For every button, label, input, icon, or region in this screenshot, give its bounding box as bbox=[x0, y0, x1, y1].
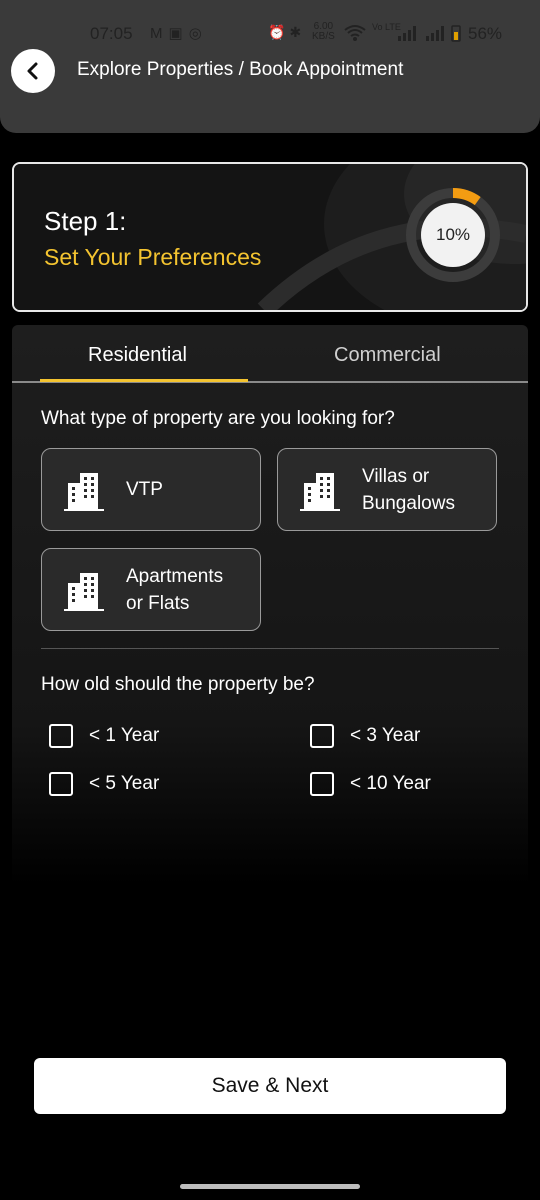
section-divider bbox=[41, 648, 499, 649]
bluetooth-icon: ✱ bbox=[289, 24, 306, 40]
age-option-5-year[interactable]: < 5 Year bbox=[49, 772, 159, 796]
building-icon bbox=[300, 473, 340, 511]
signal-icon bbox=[398, 24, 462, 47]
building-icon bbox=[64, 473, 104, 511]
checkbox-label: < 3 Year bbox=[350, 725, 421, 746]
network-speed: 6.00 KB/S bbox=[312, 22, 335, 42]
alarm-icon: ⏰ bbox=[268, 24, 290, 40]
page-title: Explore Properties / Book Appointment bbox=[77, 59, 404, 80]
age-option-1-year[interactable]: < 1 Year bbox=[49, 724, 159, 748]
volte-label: Vo LTE bbox=[372, 22, 401, 32]
label-line-1: Apartments bbox=[126, 566, 224, 587]
checkbox[interactable] bbox=[49, 772, 73, 796]
progress-percent: 10% bbox=[435, 225, 471, 244]
checkbox-label: < 10 Year bbox=[350, 773, 431, 794]
property-type-vtp[interactable]: VTP bbox=[41, 448, 261, 531]
wifi-icon bbox=[344, 24, 366, 47]
building-icon bbox=[64, 573, 104, 611]
checkbox-label: < 5 Year bbox=[89, 773, 160, 794]
tab-commercial[interactable]: Commercial bbox=[334, 344, 441, 367]
home-indicator[interactable] bbox=[180, 1184, 360, 1189]
app-icon: ◎ bbox=[188, 25, 208, 42]
step-title: Step 1: bbox=[44, 206, 127, 236]
property-type-question: What type of property are you looking fo… bbox=[41, 408, 395, 429]
label-line-1: VTP bbox=[126, 479, 163, 500]
status-notification-icons: M▣◎ bbox=[150, 24, 208, 42]
property-type-label: Villas or Bungalows bbox=[362, 463, 455, 517]
app-header: 07:05 M▣◎ ⏰✱ 6.00 KB/S Vo LTE 56% Explor… bbox=[0, 0, 540, 133]
label-line-2: Bungalows bbox=[362, 493, 455, 514]
gmail-icon: M bbox=[150, 25, 169, 42]
property-type-villas[interactable]: Villas or Bungalows bbox=[277, 448, 497, 531]
label-line-2: or Flats bbox=[126, 593, 190, 614]
checkbox[interactable] bbox=[310, 772, 334, 796]
battery-percent: 56% bbox=[468, 24, 503, 43]
notification-icon: ▣ bbox=[168, 25, 189, 42]
status-bar: 07:05 M▣◎ ⏰✱ 6.00 KB/S Vo LTE 56% bbox=[0, 22, 540, 48]
speed-unit: KB/S bbox=[312, 31, 335, 42]
checkbox[interactable] bbox=[310, 724, 334, 748]
active-tab-indicator bbox=[40, 379, 248, 382]
step-subtitle: Set Your Preferences bbox=[44, 244, 262, 270]
property-type-label: VTP bbox=[126, 476, 163, 503]
checkbox[interactable] bbox=[49, 724, 73, 748]
status-time: 07:05 bbox=[90, 24, 133, 43]
label-line-1: Villas or bbox=[362, 466, 430, 487]
tab-residential[interactable]: Residential bbox=[88, 344, 187, 367]
property-age-question: How old should the property be? bbox=[41, 674, 315, 695]
age-option-10-year[interactable]: < 10 Year bbox=[310, 772, 431, 796]
age-option-3-year[interactable]: < 3 Year bbox=[310, 724, 420, 748]
property-type-apartments[interactable]: Apartments or Flats bbox=[41, 548, 261, 631]
checkbox-label: < 1 Year bbox=[89, 725, 160, 746]
status-system-icons: ⏰✱ bbox=[268, 24, 305, 41]
chevron-left-icon bbox=[27, 62, 38, 80]
save-next-button[interactable]: Save & Next bbox=[34, 1058, 506, 1114]
back-button[interactable] bbox=[11, 49, 55, 93]
step-card: Step 1: Set Your Preferences 10% bbox=[12, 162, 528, 312]
property-type-label: Apartments or Flats bbox=[126, 563, 223, 617]
